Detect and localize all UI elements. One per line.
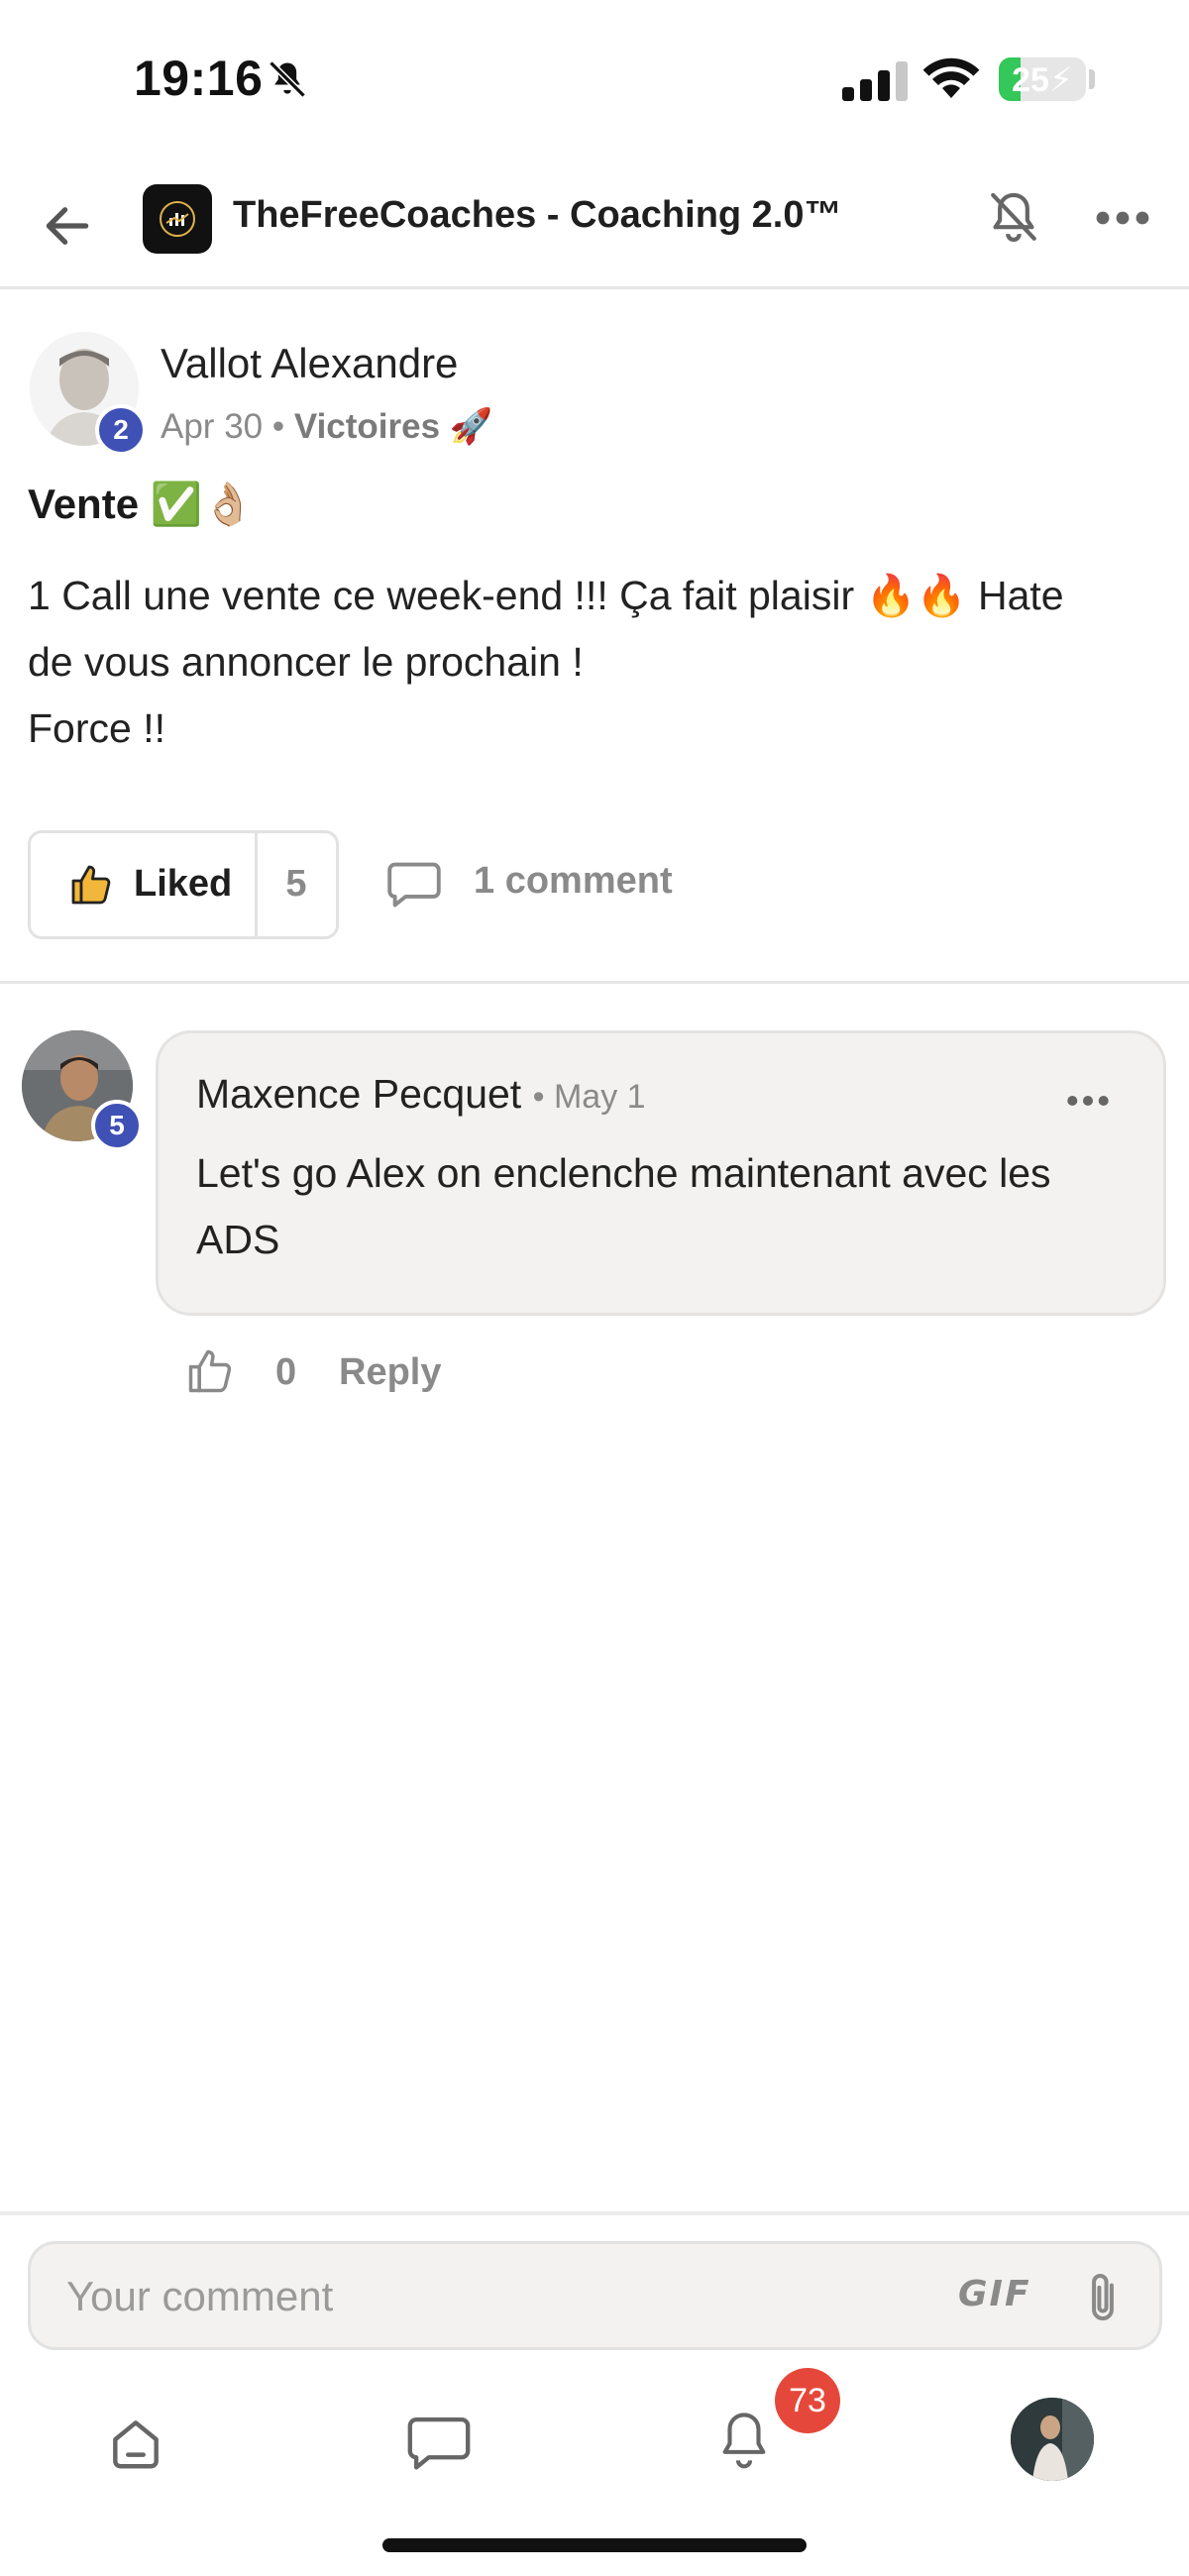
group-logo[interactable] [143,184,212,254]
chat-icon[interactable] [406,2414,472,2471]
more-horizontal-icon[interactable] [1095,208,1150,228]
bell-slash-icon [269,60,306,98]
section-divider [0,981,1189,984]
bell-off-icon[interactable] [986,188,1041,248]
comment-bubble-icon[interactable] [386,860,442,908]
notifications-badge: 73 [775,2368,840,2433]
back-arrow-icon[interactable] [40,198,95,254]
post-author-name[interactable]: Vallot Alexandre [161,340,458,387]
status-bar: 19:16 25⚡ [0,0,1189,159]
comment-thumbs-up-icon[interactable] [184,1345,236,1397]
comment-more-icon[interactable] [1066,1093,1110,1109]
comment-text: Let's go Alex on enclenche maintenant av… [196,1140,1147,1273]
battery-cap [1089,69,1095,89]
composer-top-border [0,2211,1189,2215]
notifications-icon[interactable] [715,2406,773,2477]
meta-separator: • [271,407,285,446]
post-body-line: Force !! [28,705,165,751]
post-body-line: 1 Call une vente ce week-end !!! Ça fait… [28,573,1064,618]
battery-percent: 25 [1012,61,1049,99]
post-category[interactable]: Victoires 🚀 [294,407,493,446]
post-date: Apr 30 [161,407,264,446]
group-title[interactable]: TheFreeCoaches - Coaching 2.0™ [233,194,842,237]
comment-text-line: ADS [196,1217,280,1262]
profile-avatar[interactable] [1011,2398,1094,2481]
comment-like-count: 0 [275,1351,297,1393]
profile-photo [1011,2398,1094,2481]
post-body-line: de vous annoncer le prochain ! [28,639,584,685]
group-logo-mark [160,201,195,237]
gif-button[interactable]: GIF [958,2274,1031,2314]
comment-text-line: Let's go Alex on enclenche maintenant av… [196,1150,1051,1196]
like-count[interactable]: 5 [257,863,336,906]
status-time: 19:16 [134,51,264,106]
paperclip-icon[interactable] [1083,2270,1123,2327]
comment-input[interactable] [66,2272,859,2321]
commenter-level-badge: 5 [91,1100,143,1151]
author-level-badge: 2 [95,404,147,456]
battery-charging-icon: ⚡ [1048,61,1073,99]
top-app-bar: TheFreeCoaches - Coaching 2.0™ [0,159,1189,289]
comment-bubble: Maxence Pecquet • May 1 Let's go Alex on… [156,1030,1166,1316]
like-label: Liked [134,863,233,905]
comment-count[interactable]: 1 comment [474,860,673,903]
battery-indicator: 25⚡ [999,57,1086,101]
post-meta: Apr 30 • Victoires 🚀 [161,406,492,447]
post-title: Vente ✅👌🏼 [28,481,255,527]
cellular-signal-icon [842,61,908,101]
post-detail-screen: 19:16 25⚡ TheFreeCoaches - Coaching 2.0™… [0,0,1189,2576]
comment-date: • May 1 [532,1078,646,1116]
wifi-icon [922,57,980,98]
comment-composer: GIF [28,2241,1162,2350]
home-icon[interactable] [105,2413,166,2474]
post-body: 1 Call une vente ce week-end !!! Ça fait… [28,563,1167,762]
comment-author-line: Maxence Pecquet • May 1 [196,1071,646,1118]
comment-author-name[interactable]: Maxence Pecquet [196,1071,521,1117]
home-indicator [382,2538,807,2552]
reply-button[interactable]: Reply [339,1351,441,1394]
like-button[interactable]: Liked 5 [28,830,339,939]
thumbs-up-icon [71,865,111,905]
